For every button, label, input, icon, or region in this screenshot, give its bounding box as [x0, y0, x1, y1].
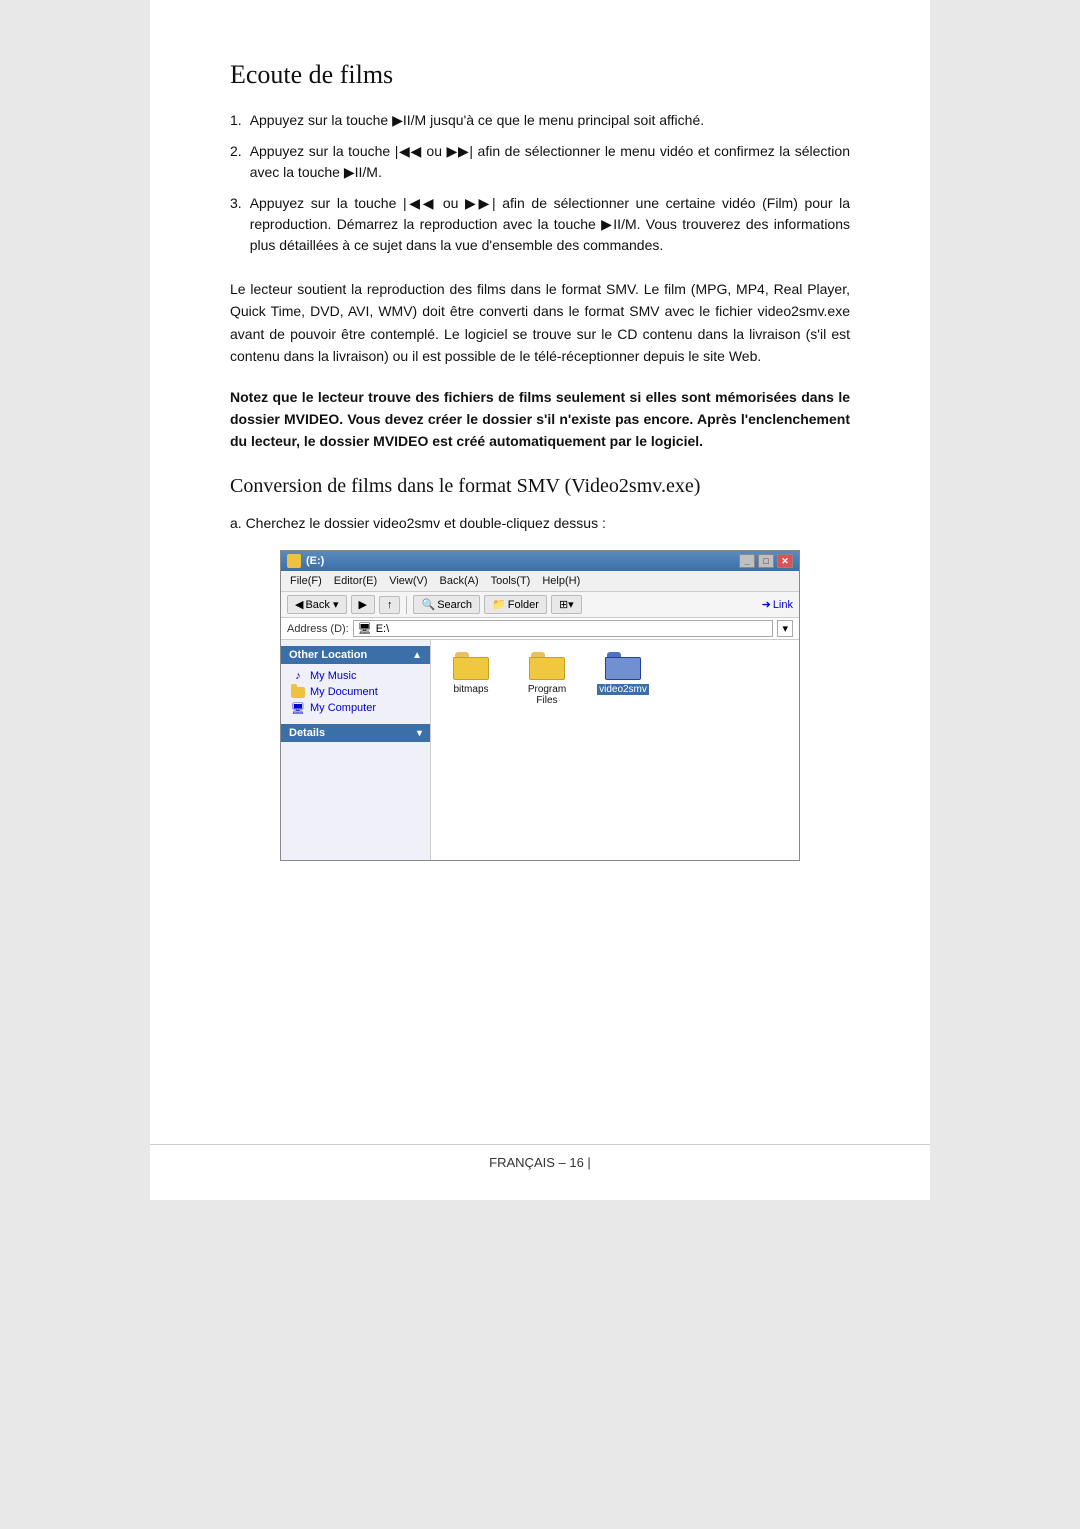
other-location-header: Other Location ▲ [281, 646, 430, 664]
explorer-window-icon [287, 554, 301, 568]
menu-editor[interactable]: Editor(E) [329, 573, 382, 589]
address-dropdown[interactable]: ▾ [777, 620, 793, 637]
address-value: E:\ [376, 623, 389, 635]
explorer-toolbar: ◀ Back ▾ ▶ ↑ 🔍 Search 📁 Folder ⊞▾ ➜ Link [281, 592, 799, 618]
explorer-menubar: File(F) Editor(E) View(V) Back(A) Tools(… [281, 571, 799, 592]
details-label: Details [289, 727, 325, 739]
music-icon: ♪ [291, 670, 305, 682]
step-3: 3. Appuyez sur la touche |◀◀ ou ▶▶| afin… [230, 193, 850, 256]
back-icon: ◀ [295, 598, 303, 611]
paragraph2: Notez que le lecteur trouve des fichiers… [230, 386, 850, 453]
folder-icon-video2smv [605, 652, 641, 680]
document-folder-icon [291, 686, 305, 698]
step-1: 1. Appuyez sur la touche ▶II/M jusqu'à c… [230, 110, 850, 131]
file-item-bitmaps[interactable]: bitmaps [443, 652, 499, 695]
maximize-button[interactable]: □ [758, 554, 774, 568]
up-button[interactable]: ↑ [379, 596, 401, 614]
page-footer: FRANÇAIS – 16 | [150, 1144, 930, 1170]
address-label: Address (D): [287, 623, 349, 635]
minimize-button[interactable]: _ [739, 554, 755, 568]
my-computer-item[interactable]: 🖥 My Computer [281, 700, 430, 716]
menu-help[interactable]: Help(H) [537, 573, 585, 589]
paragraph1: Le lecteur soutient la reproduction des … [230, 278, 850, 368]
collapse-toggle[interactable]: ▲ [412, 650, 422, 661]
details-toggle[interactable]: ▾ [417, 728, 422, 739]
explorer-titlebar: (E:) _ □ ✕ [281, 551, 799, 571]
menu-file[interactable]: File(F) [285, 573, 327, 589]
my-music-item[interactable]: ♪ My Music [281, 668, 430, 684]
explorer-address-bar: Address (D): 🖥 E:\ ▾ [281, 618, 799, 640]
address-field[interactable]: 🖥 E:\ [353, 620, 774, 637]
search-icon: 🔍 [421, 598, 435, 611]
details-header: Details ▾ [281, 724, 430, 742]
file-item-video2smv[interactable]: video2smv [595, 652, 651, 695]
footer-text: FRANÇAIS – 16 | [489, 1155, 591, 1170]
toolbar-separator [406, 596, 407, 614]
step-a: a. Cherchez le dossier video2smv et doub… [230, 512, 850, 534]
section2-title: Conversion de films dans le format SMV (… [230, 475, 850, 498]
page: Ecoute de films 1. Appuyez sur la touche… [150, 0, 930, 1200]
step-2: 2. Appuyez sur la touche |◀◀ ou ▶▶| afin… [230, 141, 850, 183]
close-button[interactable]: ✕ [777, 554, 793, 568]
steps-list: 1. Appuyez sur la touche ▶II/M jusqu'à c… [230, 110, 850, 256]
link-button[interactable]: ➜ Link [762, 598, 793, 611]
drive-icon: 🖥 [358, 622, 372, 635]
arrow-right-icon: ➜ [762, 598, 771, 611]
forward-button[interactable]: ▶ [351, 595, 375, 614]
my-document-item[interactable]: My Document [281, 684, 430, 700]
titlebar-controls: _ □ ✕ [739, 554, 793, 568]
section1-title: Ecoute de films [230, 60, 850, 90]
folder-icon-program-files [529, 652, 565, 680]
explorer-right-panel: bitmaps ProgramFiles video2s [431, 640, 799, 860]
file-label-bitmaps: bitmaps [453, 684, 488, 695]
explorer-left-panel: Other Location ▲ ♪ My Music My Document … [281, 640, 431, 860]
explorer-title: (E:) [306, 555, 324, 567]
folder-button[interactable]: 📁 Folder [484, 595, 547, 614]
search-button[interactable]: 🔍 Search [413, 595, 480, 614]
view-button[interactable]: ⊞▾ [551, 595, 582, 614]
file-label-program-files: ProgramFiles [528, 684, 566, 706]
menu-tools[interactable]: Tools(T) [486, 573, 536, 589]
menu-back[interactable]: Back(A) [435, 573, 484, 589]
menu-view[interactable]: View(V) [384, 573, 432, 589]
computer-icon: 🖥 [291, 702, 305, 714]
other-location-label: Other Location [289, 649, 367, 661]
back-button[interactable]: ◀ Back ▾ [287, 595, 347, 614]
folder-icon-bitmaps [453, 652, 489, 680]
file-item-program-files[interactable]: ProgramFiles [519, 652, 575, 706]
file-label-video2smv: video2smv [597, 684, 649, 695]
explorer-body: Other Location ▲ ♪ My Music My Document … [281, 640, 799, 860]
folder-icon: 📁 [492, 598, 506, 611]
explorer-window: (E:) _ □ ✕ File(F) Editor(E) View(V) Bac… [280, 550, 800, 861]
